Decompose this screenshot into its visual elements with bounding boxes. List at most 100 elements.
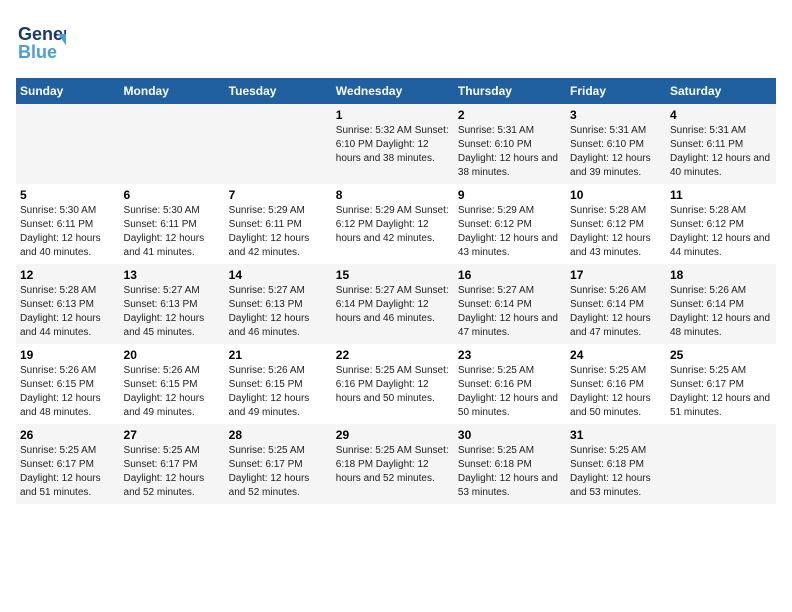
day-content: Sunrise: 5:31 AM Sunset: 6:10 PM Dayligh…	[458, 124, 562, 180]
week-row-1: 1 Sunrise: 5:32 AM Sunset: 6:10 PM Daylig…	[16, 104, 776, 184]
day-number: 29	[336, 428, 450, 442]
calendar-cell: 27Sunrise: 5:25 AM Sunset: 6:17 PM Dayli…	[120, 424, 225, 504]
day-number: 19	[20, 348, 116, 362]
day-content: Sunrise: 5:26 AM Sunset: 6:14 PM Dayligh…	[670, 284, 772, 340]
calendar-cell: 9 Sunrise: 5:29 AM Sunset: 6:12 PM Daylig…	[454, 184, 566, 264]
calendar-cell	[120, 104, 225, 184]
day-content: Sunrise: 5:25 AM Sunset: 6:16 PM Dayligh…	[336, 364, 450, 406]
day-content: Sunrise: 5:25 AM Sunset: 6:17 PM Dayligh…	[20, 444, 116, 500]
week-row-2: 5 Sunrise: 5:30 AM Sunset: 6:11 PM Daylig…	[16, 184, 776, 264]
column-header-monday: Monday	[120, 78, 225, 104]
column-header-friday: Friday	[566, 78, 666, 104]
column-header-wednesday: Wednesday	[332, 78, 454, 104]
column-header-sunday: Sunday	[16, 78, 120, 104]
week-row-3: 12 Sunrise: 5:28 AM Sunset: 6:13 PM Dayli…	[16, 264, 776, 344]
calendar-cell: 10Sunrise: 5:28 AM Sunset: 6:12 PM Dayli…	[566, 184, 666, 264]
day-number: 22	[336, 348, 450, 362]
day-content: Sunrise: 5:26 AM Sunset: 6:15 PM Dayligh…	[20, 364, 116, 420]
calendar-cell: 18 Sunrise: 5:26 AM Sunset: 6:14 PM Dayli…	[666, 264, 776, 344]
day-content: Sunrise: 5:32 AM Sunset: 6:10 PM Dayligh…	[336, 124, 450, 166]
calendar-cell: 6 Sunrise: 5:30 AM Sunset: 6:11 PM Daylig…	[120, 184, 225, 264]
day-content: Sunrise: 5:31 AM Sunset: 6:10 PM Dayligh…	[570, 124, 662, 180]
day-number: 20	[124, 348, 221, 362]
day-content: Sunrise: 5:25 AM Sunset: 6:17 PM Dayligh…	[229, 444, 328, 500]
day-content: Sunrise: 5:25 AM Sunset: 6:16 PM Dayligh…	[458, 364, 562, 420]
day-number: 26	[20, 428, 116, 442]
day-content: Sunrise: 5:28 AM Sunset: 6:12 PM Dayligh…	[670, 204, 772, 260]
day-content: Sunrise: 5:27 AM Sunset: 6:14 PM Dayligh…	[458, 284, 562, 340]
week-row-5: 26 Sunrise: 5:25 AM Sunset: 6:17 PM Dayli…	[16, 424, 776, 504]
day-content: Sunrise: 5:25 AM Sunset: 6:17 PM Dayligh…	[124, 444, 221, 500]
day-number: 1	[336, 108, 450, 122]
day-number: 28	[229, 428, 328, 442]
calendar-cell: 30 Sunrise: 5:25 AM Sunset: 6:18 PM Dayli…	[454, 424, 566, 504]
day-number: 3	[570, 108, 662, 122]
day-content: Sunrise: 5:28 AM Sunset: 6:13 PM Dayligh…	[20, 284, 116, 340]
logo: General Blue	[16, 16, 66, 66]
column-header-saturday: Saturday	[666, 78, 776, 104]
calendar-cell	[225, 104, 332, 184]
calendar-cell	[666, 424, 776, 504]
day-number: 15	[336, 268, 450, 282]
day-number: 31	[570, 428, 662, 442]
day-number: 11	[670, 188, 772, 202]
day-number: 16	[458, 268, 562, 282]
day-number: 30	[458, 428, 562, 442]
calendar-cell: 15 Sunrise: 5:27 AM Sunset: 6:14 PM Dayli…	[332, 264, 454, 344]
calendar-cell: 8 Sunrise: 5:29 AM Sunset: 6:12 PM Daylig…	[332, 184, 454, 264]
day-content: Sunrise: 5:29 AM Sunset: 6:12 PM Dayligh…	[458, 204, 562, 260]
day-number: 4	[670, 108, 772, 122]
day-content: Sunrise: 5:25 AM Sunset: 6:18 PM Dayligh…	[570, 444, 662, 500]
day-number: 6	[124, 188, 221, 202]
day-number: 12	[20, 268, 116, 282]
calendar-cell: 19 Sunrise: 5:26 AM Sunset: 6:15 PM Dayli…	[16, 344, 120, 424]
day-number: 23	[458, 348, 562, 362]
calendar-cell: 25 Sunrise: 5:25 AM Sunset: 6:17 PM Dayli…	[666, 344, 776, 424]
day-number: 5	[20, 188, 116, 202]
day-content: Sunrise: 5:26 AM Sunset: 6:14 PM Dayligh…	[570, 284, 662, 340]
calendar-cell: 21Sunrise: 5:26 AM Sunset: 6:15 PM Dayli…	[225, 344, 332, 424]
day-content: Sunrise: 5:25 AM Sunset: 6:17 PM Dayligh…	[670, 364, 772, 420]
day-number: 7	[229, 188, 328, 202]
day-number: 8	[336, 188, 450, 202]
day-content: Sunrise: 5:26 AM Sunset: 6:15 PM Dayligh…	[124, 364, 221, 420]
calendar-cell: 26 Sunrise: 5:25 AM Sunset: 6:17 PM Dayli…	[16, 424, 120, 504]
column-header-tuesday: Tuesday	[225, 78, 332, 104]
column-header-thursday: Thursday	[454, 78, 566, 104]
calendar-cell: 24Sunrise: 5:25 AM Sunset: 6:16 PM Dayli…	[566, 344, 666, 424]
svg-text:Blue: Blue	[18, 42, 57, 62]
day-content: Sunrise: 5:27 AM Sunset: 6:13 PM Dayligh…	[229, 284, 328, 340]
day-number: 13	[124, 268, 221, 282]
day-content: Sunrise: 5:27 AM Sunset: 6:14 PM Dayligh…	[336, 284, 450, 326]
day-number: 9	[458, 188, 562, 202]
calendar-cell: 16 Sunrise: 5:27 AM Sunset: 6:14 PM Dayli…	[454, 264, 566, 344]
day-number: 21	[229, 348, 328, 362]
calendar-cell: 14 Sunrise: 5:27 AM Sunset: 6:13 PM Dayli…	[225, 264, 332, 344]
calendar-cell: 29 Sunrise: 5:25 AM Sunset: 6:18 PM Dayli…	[332, 424, 454, 504]
day-content: Sunrise: 5:25 AM Sunset: 6:18 PM Dayligh…	[458, 444, 562, 500]
calendar-cell: 11 Sunrise: 5:28 AM Sunset: 6:12 PM Dayli…	[666, 184, 776, 264]
calendar-table: SundayMondayTuesdayWednesdayThursdayFrid…	[16, 78, 776, 504]
day-content: Sunrise: 5:28 AM Sunset: 6:12 PM Dayligh…	[570, 204, 662, 260]
calendar-cell: 2 Sunrise: 5:31 AM Sunset: 6:10 PM Daylig…	[454, 104, 566, 184]
calendar-cell: 5 Sunrise: 5:30 AM Sunset: 6:11 PM Daylig…	[16, 184, 120, 264]
week-row-4: 19 Sunrise: 5:26 AM Sunset: 6:15 PM Dayli…	[16, 344, 776, 424]
calendar-cell: 23 Sunrise: 5:25 AM Sunset: 6:16 PM Dayli…	[454, 344, 566, 424]
page-header: General Blue	[16, 16, 776, 66]
calendar-cell: 22 Sunrise: 5:25 AM Sunset: 6:16 PM Dayli…	[332, 344, 454, 424]
calendar-cell: 7Sunrise: 5:29 AM Sunset: 6:11 PM Daylig…	[225, 184, 332, 264]
day-number: 18	[670, 268, 772, 282]
day-number: 2	[458, 108, 562, 122]
calendar-cell	[16, 104, 120, 184]
day-number: 25	[670, 348, 772, 362]
day-content: Sunrise: 5:30 AM Sunset: 6:11 PM Dayligh…	[124, 204, 221, 260]
calendar-cell: 3 Sunrise: 5:31 AM Sunset: 6:10 PM Daylig…	[566, 104, 666, 184]
calendar-cell: 17Sunrise: 5:26 AM Sunset: 6:14 PM Dayli…	[566, 264, 666, 344]
day-number: 14	[229, 268, 328, 282]
logo-icon: General Blue	[16, 16, 66, 66]
day-content: Sunrise: 5:30 AM Sunset: 6:11 PM Dayligh…	[20, 204, 116, 260]
calendar-cell: 31 Sunrise: 5:25 AM Sunset: 6:18 PM Dayli…	[566, 424, 666, 504]
day-content: Sunrise: 5:29 AM Sunset: 6:12 PM Dayligh…	[336, 204, 450, 246]
day-content: Sunrise: 5:25 AM Sunset: 6:18 PM Dayligh…	[336, 444, 450, 486]
calendar-cell: 13Sunrise: 5:27 AM Sunset: 6:13 PM Dayli…	[120, 264, 225, 344]
